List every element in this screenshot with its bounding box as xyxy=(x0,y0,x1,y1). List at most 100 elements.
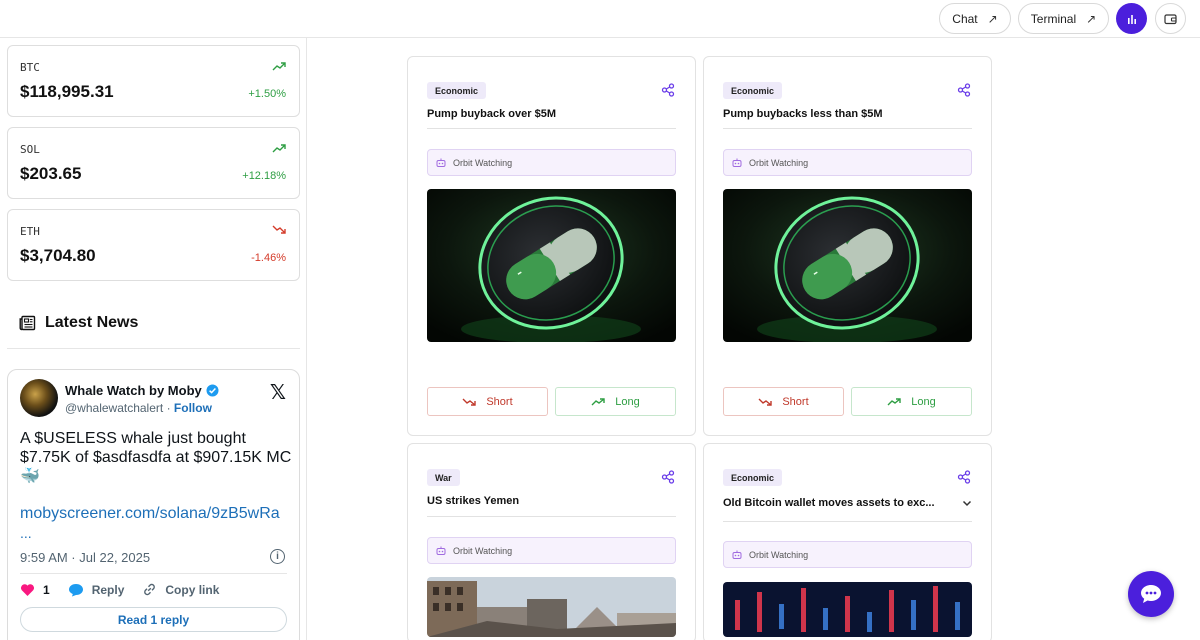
watch-label: Orbit Watching xyxy=(453,157,513,168)
ticker-card-sol[interactable]: SOL $203.65 +12.18% xyxy=(7,127,300,199)
tweet-handle-row: @whalewatchalert · Follow xyxy=(65,401,212,415)
tweet-link[interactable]: mobyscreener.com/solana/9zB5wRa xyxy=(20,505,280,523)
orbit-watching-tag: Orbit Watching xyxy=(427,537,676,564)
reply-button[interactable]: Reply xyxy=(68,582,125,597)
ticker-change: +1.50% xyxy=(248,88,286,100)
divider xyxy=(723,128,972,129)
share-icon[interactable] xyxy=(957,83,971,97)
separator-dot: · xyxy=(166,401,171,415)
category-badge: War xyxy=(427,469,460,486)
ticker-symbol: BTC xyxy=(20,61,40,74)
chevron-down-icon[interactable] xyxy=(962,500,972,507)
watch-label: Orbit Watching xyxy=(453,545,513,556)
card-title: Old Bitcoin wallet moves assets to exc..… xyxy=(723,497,935,509)
external-arrow-icon: ↗ xyxy=(987,11,998,26)
tweet-text: A $USELESS whale just bought $7.75K of $… xyxy=(20,430,292,485)
tweet-author-name: Whale Watch by Moby xyxy=(65,383,202,398)
card-title: Pump buybacks less than $5M xyxy=(723,108,883,120)
like-count: 1 xyxy=(43,582,50,597)
trend-down-icon xyxy=(462,398,477,406)
trend-down-icon xyxy=(272,225,286,234)
bar-chart-icon xyxy=(1127,14,1136,24)
ticker-change: +12.18% xyxy=(242,170,286,182)
tweet-handle[interactable]: @whalewatchalert xyxy=(65,401,163,415)
short-button[interactable]: Short xyxy=(427,387,548,416)
share-icon[interactable] xyxy=(661,470,675,484)
card-title: Pump buyback over $5M xyxy=(427,108,556,120)
trend-up-icon xyxy=(272,62,286,71)
ticker-symbol: SOL xyxy=(20,143,40,156)
copy-link-button[interactable]: Copy link xyxy=(142,582,219,597)
watch-label: Orbit Watching xyxy=(749,157,809,168)
watch-label: Orbit Watching xyxy=(749,549,809,560)
ticker-change: -1.46% xyxy=(251,252,286,264)
prediction-card[interactable]: War US strikes Yemen Orbit Watching xyxy=(407,443,696,640)
analytics-button[interactable] xyxy=(1116,3,1147,34)
short-label: Short xyxy=(782,395,809,408)
long-label: Long xyxy=(615,395,640,408)
chat-fab-button[interactable] xyxy=(1128,571,1174,617)
like-button[interactable]: 1 xyxy=(20,583,50,597)
share-icon[interactable] xyxy=(661,83,675,97)
link-icon xyxy=(144,583,156,596)
avatar[interactable] xyxy=(20,379,58,417)
card-image xyxy=(723,582,972,637)
wallet-icon xyxy=(1164,13,1177,24)
card-title: US strikes Yemen xyxy=(427,495,520,507)
ticker-card-btc[interactable]: BTC $118,995.31 +1.50% xyxy=(7,45,300,117)
chat-label: Chat xyxy=(952,11,978,26)
tweet-embed: Whale Watch by Moby @whalewatchalert · F… xyxy=(7,369,300,640)
wallet-button[interactable] xyxy=(1155,3,1186,34)
pill-coin-image xyxy=(427,189,676,342)
terminal-button[interactable]: Terminal ↗ xyxy=(1018,3,1109,34)
share-icon[interactable] xyxy=(957,470,971,484)
card-image xyxy=(723,189,972,342)
robot-icon xyxy=(732,550,742,559)
newspaper-icon xyxy=(19,315,36,331)
info-icon[interactable]: i xyxy=(270,549,285,564)
prediction-card[interactable]: Economic Pump buyback over $5M Orbit Wat… xyxy=(407,56,696,436)
latest-news-heading: Latest News xyxy=(19,314,138,332)
x-logo-icon[interactable]: 𝕏 xyxy=(270,380,286,405)
ticker-price: $118,995.31 xyxy=(20,82,114,101)
pill-coin-image xyxy=(723,189,972,342)
trend-down-icon xyxy=(758,398,773,406)
chat-bubble-icon xyxy=(1141,585,1161,603)
reply-label: Reply xyxy=(91,582,125,597)
top-bar: Chat ↗ Terminal ↗ xyxy=(0,0,1200,38)
tweet-timestamp[interactable]: 9:59 AM · Jul 22, 2025 xyxy=(20,550,150,565)
prediction-card[interactable]: Economic Pump buybacks less than $5M Orb… xyxy=(703,56,992,436)
trend-up-icon xyxy=(887,397,901,405)
heart-icon xyxy=(20,583,35,596)
orbit-watching-tag: Orbit Watching xyxy=(427,149,676,176)
long-button[interactable]: Long xyxy=(851,387,972,416)
candlestick-chart-image xyxy=(723,582,972,637)
ticker-price: $3,704.80 xyxy=(20,246,96,265)
ticker-price: $203.65 xyxy=(20,164,82,183)
short-label: Short xyxy=(486,395,513,408)
verified-badge-icon xyxy=(206,384,219,397)
divider xyxy=(7,348,300,349)
sidebar: BTC $118,995.31 +1.50% SOL $203.65 +12.1… xyxy=(0,38,307,640)
trend-up-icon xyxy=(272,144,286,153)
orbit-watching-tag: Orbit Watching xyxy=(723,541,972,568)
follow-link[interactable]: Follow xyxy=(174,401,212,415)
robot-icon xyxy=(436,158,446,167)
tweet-actions: 1 Reply Copy link xyxy=(20,582,237,597)
short-button[interactable]: Short xyxy=(723,387,844,416)
chat-button[interactable]: Chat ↗ xyxy=(939,3,1011,34)
trend-up-icon xyxy=(591,397,605,405)
tweet-link-ellipsis: ... xyxy=(20,525,32,541)
external-arrow-icon: ↗ xyxy=(1086,11,1097,26)
card-title-row[interactable]: Old Bitcoin wallet moves assets to exc..… xyxy=(723,497,972,509)
tweet-author[interactable]: Whale Watch by Moby xyxy=(65,383,219,398)
divider xyxy=(723,521,972,522)
long-button[interactable]: Long xyxy=(555,387,676,416)
latest-news-title: Latest News xyxy=(45,314,139,331)
terminal-label: Terminal xyxy=(1030,11,1077,26)
orbit-watching-tag: Orbit Watching xyxy=(723,149,972,176)
read-reply-button[interactable]: Read 1 reply xyxy=(20,607,287,632)
category-badge: Economic xyxy=(723,469,783,486)
ticker-card-eth[interactable]: ETH $3,704.80 -1.46% xyxy=(7,209,300,281)
prediction-card[interactable]: Economic Old Bitcoin wallet moves assets… xyxy=(703,443,992,640)
